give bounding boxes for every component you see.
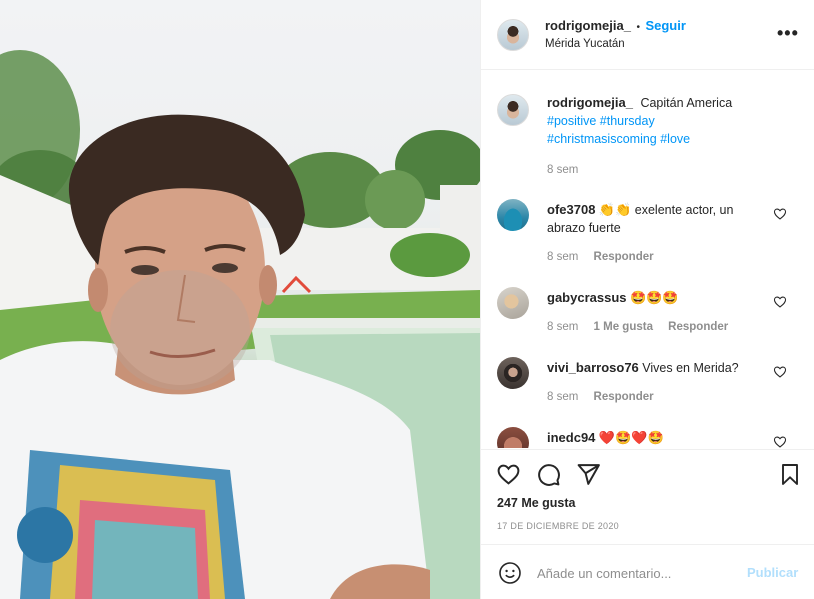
comment-username[interactable]: ofe3708 (547, 202, 595, 217)
smiley-icon (499, 562, 521, 584)
comment-like-heart-icon[interactable] (773, 207, 787, 221)
reply-button[interactable]: Responder (668, 321, 728, 333)
comments-list[interactable]: rodrigomejia_ Capitán America #positive … (481, 71, 814, 448)
comment-emoji: 🤩🤩🤩 (629, 290, 679, 305)
separator-dot: • (636, 22, 640, 33)
post-header: rodrigomejia_ • Seguir Mérida Yucatán ••… (481, 0, 814, 70)
comment-like-heart-icon[interactable] (773, 365, 787, 379)
save-button[interactable] (776, 460, 804, 488)
commenter-avatar[interactable] (497, 287, 529, 319)
comment-like-heart-icon[interactable] (773, 295, 787, 309)
post-sidebar: rodrigomejia_ • Seguir Mérida Yucatán ••… (480, 0, 814, 599)
selfie-image (0, 50, 480, 599)
paper-plane-icon (577, 463, 600, 485)
like-button[interactable] (494, 460, 522, 488)
author-username[interactable]: rodrigomejia_ (545, 18, 631, 33)
commenter-avatar[interactable] (497, 427, 529, 448)
comment-like-heart-icon[interactable] (773, 435, 787, 448)
caption-hashtags-2[interactable]: #christmasiscoming #love (547, 132, 690, 146)
comment-emoji: 👏👏 (598, 202, 632, 217)
post-actions: 247 Me gusta 17 DE DICIEMBRE DE 2020 (481, 449, 814, 544)
reply-button[interactable]: Responder (594, 391, 654, 403)
post-photo[interactable] (0, 0, 480, 599)
more-options-button[interactable]: ••• (777, 24, 799, 42)
instagram-post-modal: rodrigomejia_ • Seguir Mérida Yucatán ••… (0, 0, 814, 599)
comment-time[interactable]: 8 sem (547, 321, 578, 333)
caption-username[interactable]: rodrigomejia_ (547, 95, 633, 110)
comment-button[interactable] (534, 460, 562, 488)
caption-hashtags-1[interactable]: #positive #thursday (547, 114, 655, 128)
comment-time[interactable]: 8 sem (547, 251, 578, 263)
comment-username[interactable]: inedc94 (547, 430, 595, 445)
comment-text: Vives en Merida? (642, 361, 739, 375)
comment-icon (537, 463, 560, 486)
caption-text: Capitán America (640, 96, 733, 110)
post-date[interactable]: 17 DE DICIEMBRE DE 2020 (497, 521, 619, 531)
reply-button[interactable]: Responder (594, 251, 654, 263)
emoji-button[interactable] (496, 559, 524, 587)
commenter-avatar[interactable] (497, 357, 529, 389)
publish-button[interactable]: Publicar (747, 565, 798, 580)
comment-username[interactable]: gabycrassus (547, 290, 627, 305)
caption-time[interactable]: 8 sem (547, 164, 578, 176)
commenter-avatar[interactable] (497, 199, 529, 231)
author-avatar[interactable] (497, 19, 529, 51)
comment-time[interactable]: 8 sem (547, 391, 578, 403)
bookmark-icon (782, 463, 798, 485)
post-location[interactable]: Mérida Yucatán (545, 38, 625, 50)
share-button[interactable] (574, 460, 602, 488)
comment-input[interactable] (537, 562, 737, 584)
follow-button[interactable]: Seguir (645, 18, 685, 33)
comment-username[interactable]: vivi_barroso76 (547, 360, 639, 375)
comment-likes-count[interactable]: 1 Me gusta (594, 321, 653, 333)
caption-avatar[interactable] (497, 94, 529, 126)
likes-count[interactable]: 247 Me gusta (497, 496, 576, 510)
heart-icon (497, 464, 519, 485)
comment-emoji: ❤️🤩❤️🤩 (598, 430, 664, 445)
add-comment-bar: Publicar (481, 544, 814, 599)
